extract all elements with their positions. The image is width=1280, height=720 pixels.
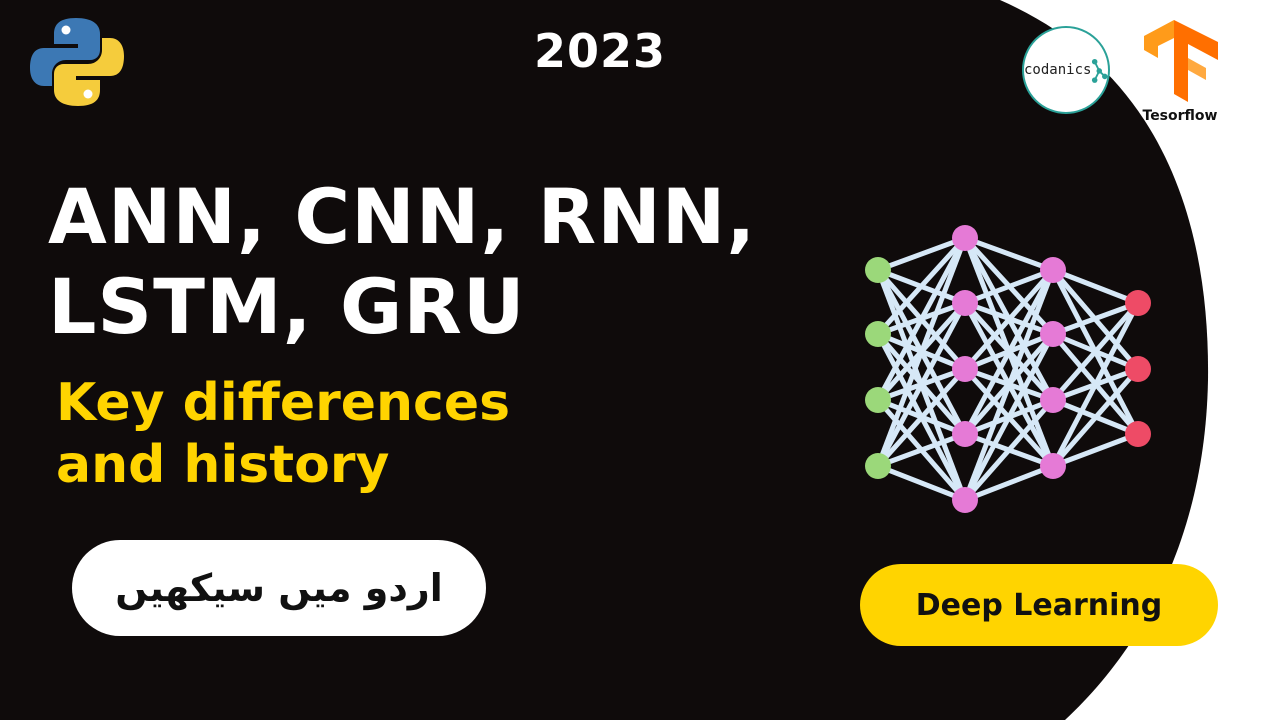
- hidden-node: [952, 290, 978, 316]
- subtitle-line-1: Key differences: [56, 373, 511, 433]
- hidden-node: [1040, 387, 1066, 413]
- urdu-badge-text: اردو میں سیکھیں: [115, 566, 443, 610]
- tensorflow-caption: Tesorflow: [1142, 108, 1218, 124]
- hidden-node: [952, 356, 978, 382]
- codanics-logo-icon: codanics: [1022, 26, 1110, 114]
- input-node: [865, 387, 891, 413]
- hidden-node: [1040, 453, 1066, 479]
- output-node: [1125, 356, 1151, 382]
- urdu-badge: اردو میں سیکھیں: [72, 540, 486, 636]
- headline: ANN, CNN, RNN, LSTM, GRU: [48, 172, 756, 352]
- headline-line-1: ANN, CNN, RNN,: [48, 172, 757, 261]
- deep-learning-badge-text: Deep Learning: [915, 587, 1163, 623]
- input-node: [865, 321, 891, 347]
- hidden-node: [952, 225, 978, 251]
- output-node: [1125, 421, 1151, 447]
- subtitle-line-2: and history: [56, 435, 390, 495]
- subtitle: Key differences and history: [56, 372, 510, 496]
- tensorflow-logo-icon: [1144, 20, 1218, 102]
- hidden-node: [1040, 321, 1066, 347]
- hidden-node: [952, 421, 978, 447]
- hidden-node: [1040, 257, 1066, 283]
- neural-network-icon: [865, 225, 1151, 513]
- output-node: [1125, 290, 1151, 316]
- input-node: [865, 453, 891, 479]
- codanics-logo-text: codanics: [1024, 62, 1092, 78]
- input-node: [865, 257, 891, 283]
- deep-learning-badge: Deep Learning: [860, 564, 1218, 646]
- molecule-icon: [1092, 58, 1108, 83]
- python-logo-icon: [30, 18, 124, 106]
- hidden-node: [952, 487, 978, 513]
- year-label: 2023: [533, 24, 667, 78]
- headline-line-2: LSTM, GRU: [48, 262, 526, 351]
